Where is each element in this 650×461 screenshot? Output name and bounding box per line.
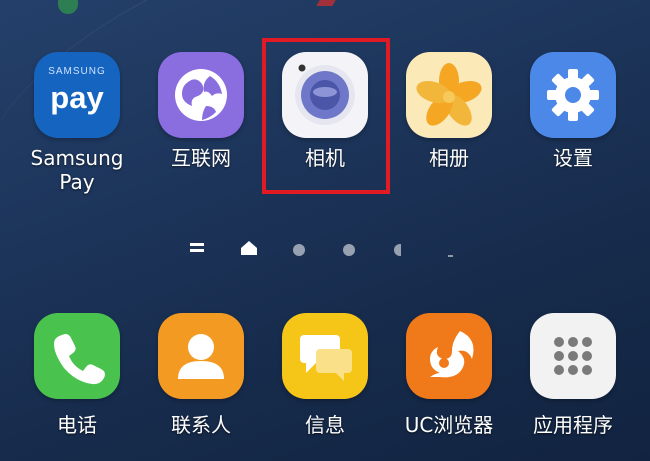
- app-label: 相册: [429, 146, 469, 170]
- app-label-line1: Samsung: [30, 146, 124, 170]
- menu-icon[interactable]: [190, 243, 204, 255]
- app-settings[interactable]: 设置: [518, 52, 628, 170]
- page-dot[interactable]: [293, 244, 305, 256]
- app-uc-browser[interactable]: UC浏览器: [394, 313, 504, 437]
- app-phone[interactable]: 电话: [22, 313, 132, 437]
- samsung-pay-icon-text: pay: [50, 80, 104, 115]
- home-icon[interactable]: [240, 240, 258, 256]
- wallpaper-accent: [58, 0, 78, 14]
- app-label: 互联网: [171, 146, 231, 170]
- page-indicator: [0, 238, 650, 262]
- phone-icon: [34, 313, 120, 399]
- app-messages[interactable]: 信息: [270, 313, 380, 437]
- app-label: 联系人: [171, 413, 231, 437]
- app-gallery[interactable]: 相册: [394, 52, 504, 170]
- uc-browser-squirrel-icon: [406, 313, 492, 399]
- app-label: UC浏览器: [404, 413, 494, 437]
- internet-globe-icon: [158, 52, 244, 138]
- camera-highlight-box: [262, 38, 390, 194]
- app-label: 电话: [57, 413, 97, 437]
- app-label: Samsung Pay: [22, 146, 132, 194]
- messages-bubble-icon: [282, 313, 368, 399]
- samsung-pay-icon: SAMSUNG pay: [34, 52, 120, 138]
- page-dot[interactable]: [343, 244, 355, 256]
- app-label-line2: Pay: [59, 170, 95, 194]
- app-contacts[interactable]: 联系人: [146, 313, 256, 437]
- app-label: 设置: [553, 146, 593, 170]
- app-label: 信息: [305, 413, 345, 437]
- settings-gear-icon: [530, 52, 616, 138]
- app-label: 应用程序: [533, 413, 613, 437]
- wallpaper-mark: [448, 255, 453, 257]
- app-samsung-pay[interactable]: SAMSUNG pay Samsung Pay: [22, 52, 132, 194]
- gallery-flower-icon: [406, 52, 492, 138]
- page-dot[interactable]: [394, 244, 401, 256]
- app-internet[interactable]: 互联网: [146, 52, 256, 170]
- apps-grid-icon: [530, 313, 616, 399]
- contacts-person-icon: [158, 313, 244, 399]
- samsung-pay-icon-brand: SAMSUNG: [48, 66, 106, 77]
- app-all-apps[interactable]: 应用程序: [518, 313, 628, 437]
